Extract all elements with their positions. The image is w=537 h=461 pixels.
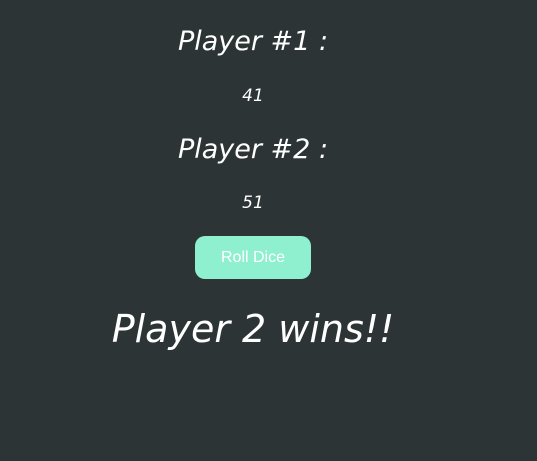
player-1-score: 41 bbox=[242, 86, 264, 106]
player-2-score: 51 bbox=[242, 193, 264, 213]
player-2-title: Player #2 : bbox=[177, 134, 329, 165]
game-area: Player #1 : 41 Player #2 : 51 Roll Dice … bbox=[0, 0, 506, 461]
winner-message: Player 2 wins!! bbox=[111, 307, 395, 351]
player-1-title: Player #1 : bbox=[177, 26, 329, 57]
roll-dice-button[interactable]: Roll Dice bbox=[195, 236, 311, 279]
